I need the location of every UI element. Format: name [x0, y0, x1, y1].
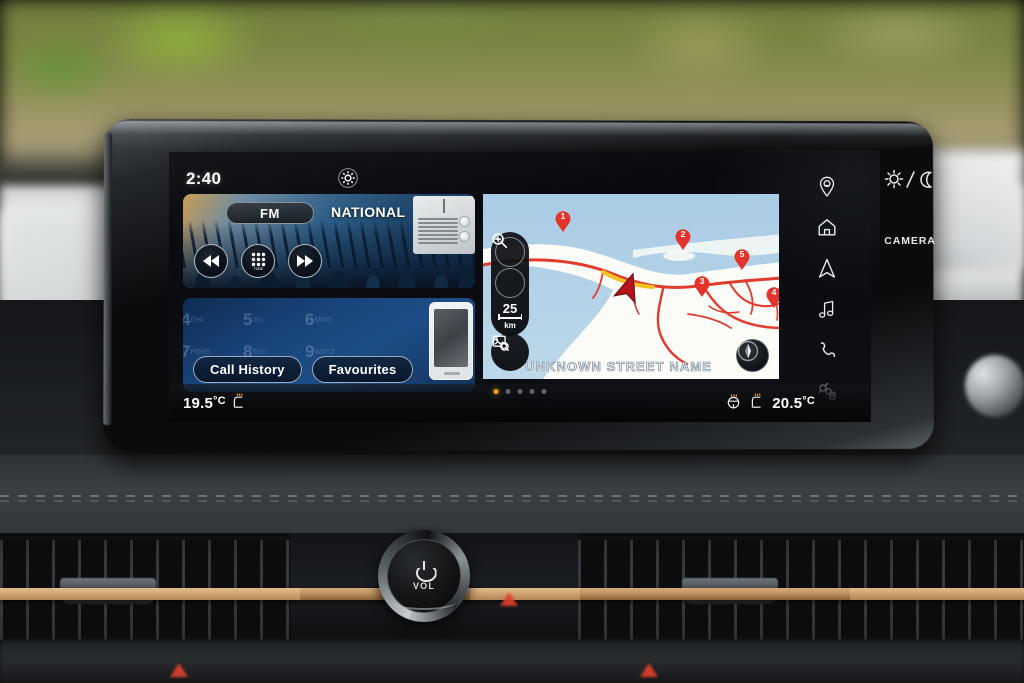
driver-climate[interactable]: 19.5°C — [183, 393, 246, 414]
music-note-icon — [818, 300, 836, 319]
rail-item-home[interactable] — [807, 209, 847, 245]
svg-text:4: 4 — [772, 287, 777, 297]
keypad-icon[interactable]: TUNE — [241, 244, 275, 278]
phone-widget[interactable]: 4GHI 5JKL 6MNO 7PQRS 8TUV 9WXYZ Call History… — [183, 298, 475, 392]
hazard-indicator-left — [170, 663, 188, 677]
radio-widget[interactable]: FM NATIONAL TUNE — [183, 194, 475, 288]
radio-receiver-image — [413, 196, 475, 254]
svg-text:3: 3 — [700, 276, 705, 286]
home-icon — [817, 218, 837, 237]
knob-indicator-arc — [392, 594, 456, 610]
compass-icon[interactable] — [736, 339, 769, 372]
radio-station-name: NATIONAL — [331, 204, 406, 220]
rail-item-phone[interactable] — [807, 332, 847, 368]
map-street-name: UNKNOWN STREET NAME — [525, 359, 713, 375]
climate-status-bar: 19.5°C 20.5°C — [169, 384, 871, 422]
power-icon — [416, 561, 433, 578]
location-pin-icon — [818, 176, 836, 197]
function-rail — [807, 168, 847, 414]
bezel-controls: CAMERA — [880, 168, 940, 247]
bezel-gloss — [106, 120, 932, 154]
passenger-temperature: 20.5°C — [772, 395, 815, 412]
clock: 2:40 — [186, 169, 222, 188]
volume-knob-label: VOL — [412, 581, 436, 591]
seat-heater-icon-passenger[interactable] — [749, 393, 764, 414]
page-dot-1[interactable] — [493, 389, 499, 394]
volume-power-knob[interactable]: VOL — [378, 530, 470, 622]
call-history-button[interactable]: Call History — [193, 356, 302, 383]
svg-text:TUNE: TUNE — [253, 267, 263, 270]
map-scale-value: 25 — [502, 301, 518, 316]
radio-band-pill[interactable]: FM — [226, 202, 314, 224]
navigation-arrow-icon — [818, 258, 836, 279]
gear-icon[interactable] — [337, 167, 359, 189]
rail-item-media[interactable] — [807, 291, 847, 327]
hazard-indicator-center — [500, 592, 518, 606]
page-dot-3[interactable] — [517, 389, 523, 394]
map-scale-unit: km — [504, 320, 516, 330]
magnifier-minus-icon[interactable] — [492, 233, 525, 298]
driver-temperature: 19.5°C — [183, 395, 226, 412]
phone-buttons: Call History Favourites — [193, 356, 414, 383]
rail-item-navigation[interactable] — [807, 250, 847, 286]
svg-text:1: 1 — [561, 211, 566, 221]
phone-handset-icon — [818, 341, 837, 360]
driver-temp-unit: °C — [213, 395, 226, 407]
smartphone-image — [429, 302, 473, 380]
map-search-icon[interactable] — [491, 333, 529, 371]
hazard-indicator-right — [640, 663, 658, 677]
page-dot-4[interactable] — [529, 389, 535, 394]
stitching-line — [0, 495, 1024, 497]
passenger-climate[interactable]: 20.5°C — [726, 393, 815, 414]
map-scale: 25 km — [491, 302, 529, 330]
navigation-map[interactable]: 1 2 3 5 4 UNKNOWN STREET NAME 25 km — [483, 194, 779, 379]
map-zoom-controls: 25 km — [491, 232, 529, 336]
right-control-knob[interactable] — [965, 355, 1024, 417]
svg-text:5: 5 — [740, 249, 745, 259]
fast-forward-icon[interactable] — [288, 244, 322, 278]
seat-heater-icon[interactable] — [231, 393, 246, 414]
radio-controls: TUNE — [194, 244, 322, 278]
page-dot-5[interactable] — [541, 389, 547, 394]
infotainment-screen[interactable]: 2:40 FM NATIONAL TUNE 4GHI 5JKL 6MNO 7PQ… — [169, 152, 871, 422]
svg-text:2: 2 — [681, 229, 686, 239]
steering-wheel-heater-icon[interactable] — [726, 393, 741, 414]
rail-item-location[interactable] — [807, 168, 847, 204]
passenger-temp-unit: °C — [802, 395, 815, 407]
page-indicator-dots[interactable] — [493, 389, 547, 394]
stitching-line-secondary — [0, 500, 1024, 502]
map-scale-bar — [498, 314, 522, 320]
widget-column: FM NATIONAL TUNE 4GHI 5JKL 6MNO 7PQRS 8T… — [183, 194, 475, 392]
lower-console — [0, 640, 1024, 683]
page-dot-2[interactable] — [505, 389, 511, 394]
rewind-icon[interactable] — [194, 244, 228, 278]
favourites-button[interactable]: Favourites — [311, 356, 414, 383]
bezel-left-edge — [103, 132, 113, 426]
sun-moon-icon[interactable] — [883, 169, 937, 194]
camera-label[interactable]: CAMERA — [880, 235, 940, 247]
infotainment-scene: VOL CAMERA 2:40 FM NATIONAL TUNE 4GHI 5J… — [0, 0, 1024, 683]
